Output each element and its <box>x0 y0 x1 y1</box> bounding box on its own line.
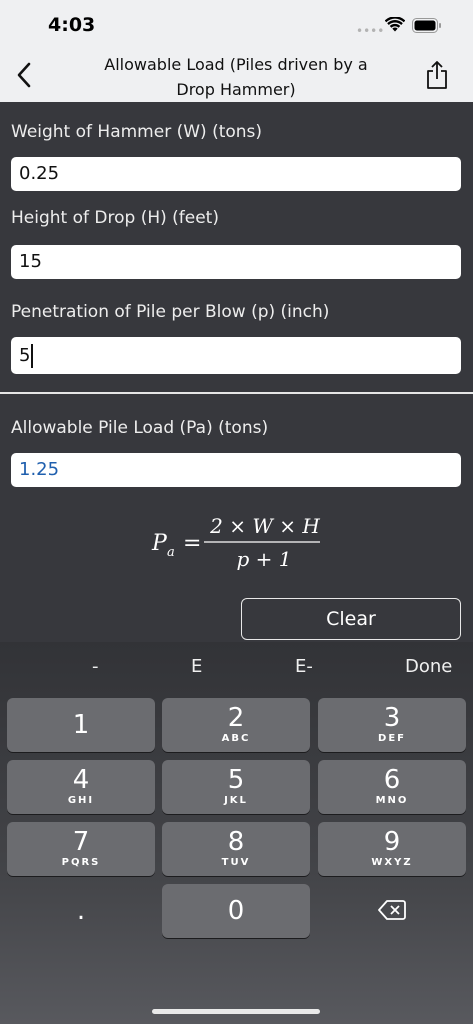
formula-equals: = <box>183 531 201 556</box>
key-1[interactable]: 1 <box>7 698 155 752</box>
numeric-keyboard: - E E- Done 1 2 ABC 3 DEF 4 GHI 5 JKL 6 MNO 7… <box>0 642 473 1024</box>
key-8[interactable]: 8 TUV <box>162 822 310 876</box>
formula-lhs: P <box>151 531 168 556</box>
status-time: 4:03 <box>48 14 96 36</box>
key-decimal[interactable]: . <box>7 884 155 938</box>
height-label: Height of Drop (H) (feet) <box>11 208 219 228</box>
signal-dots-icon: •••• <box>356 24 385 38</box>
formula-numerator: 2 × W × H <box>209 514 320 538</box>
key-3[interactable]: 3 DEF <box>318 698 466 752</box>
key-9[interactable]: 9 WXYZ <box>318 822 466 876</box>
height-input[interactable]: 15 <box>11 245 461 279</box>
formula-lhs-subscript: a <box>167 545 175 560</box>
battery-icon <box>412 18 442 37</box>
result-output: 1.25 <box>11 453 461 487</box>
wifi-icon <box>384 16 406 37</box>
key-5[interactable]: 5 JKL <box>162 760 310 814</box>
back-button[interactable] <box>10 58 38 92</box>
backspace-icon <box>378 900 406 920</box>
penetration-value: 5 <box>19 345 31 366</box>
key-4[interactable]: 4 GHI <box>7 760 155 814</box>
key-7[interactable]: 7 PQRS <box>7 822 155 876</box>
exponent-key[interactable]: E <box>191 656 202 677</box>
text-cursor <box>31 344 34 368</box>
negative-exponent-key[interactable]: E- <box>295 656 313 677</box>
backspace-key[interactable] <box>318 884 466 938</box>
share-button[interactable] <box>422 58 452 92</box>
done-button[interactable]: Done <box>405 656 452 677</box>
penetration-input[interactable]: 5 <box>11 337 461 374</box>
formula-display: P a = 2 × W × H p + 1 <box>151 514 320 571</box>
clear-button[interactable]: Clear <box>241 598 461 640</box>
key-2[interactable]: 2 ABC <box>162 698 310 752</box>
weight-label: Weight of Hammer (W) (tons) <box>11 122 263 142</box>
page-title: Allowable Load (Piles driven by a Drop H… <box>104 55 368 99</box>
weight-input[interactable]: 0.25 <box>11 157 461 191</box>
minus-key[interactable]: - <box>92 656 99 677</box>
key-6[interactable]: 6 MNO <box>318 760 466 814</box>
section-divider <box>0 392 473 394</box>
result-label: Allowable Pile Load (Pa) (tons) <box>11 418 269 438</box>
key-0[interactable]: 0 <box>162 884 310 938</box>
home-indicator[interactable] <box>152 1009 320 1014</box>
formula-denominator: p + 1 <box>237 547 292 571</box>
navigation-bar: 4:03 •••• Allowable Load (Piles driven b… <box>0 0 473 102</box>
penetration-label: Penetration of Pile per Blow (p) (inch) <box>11 302 330 322</box>
